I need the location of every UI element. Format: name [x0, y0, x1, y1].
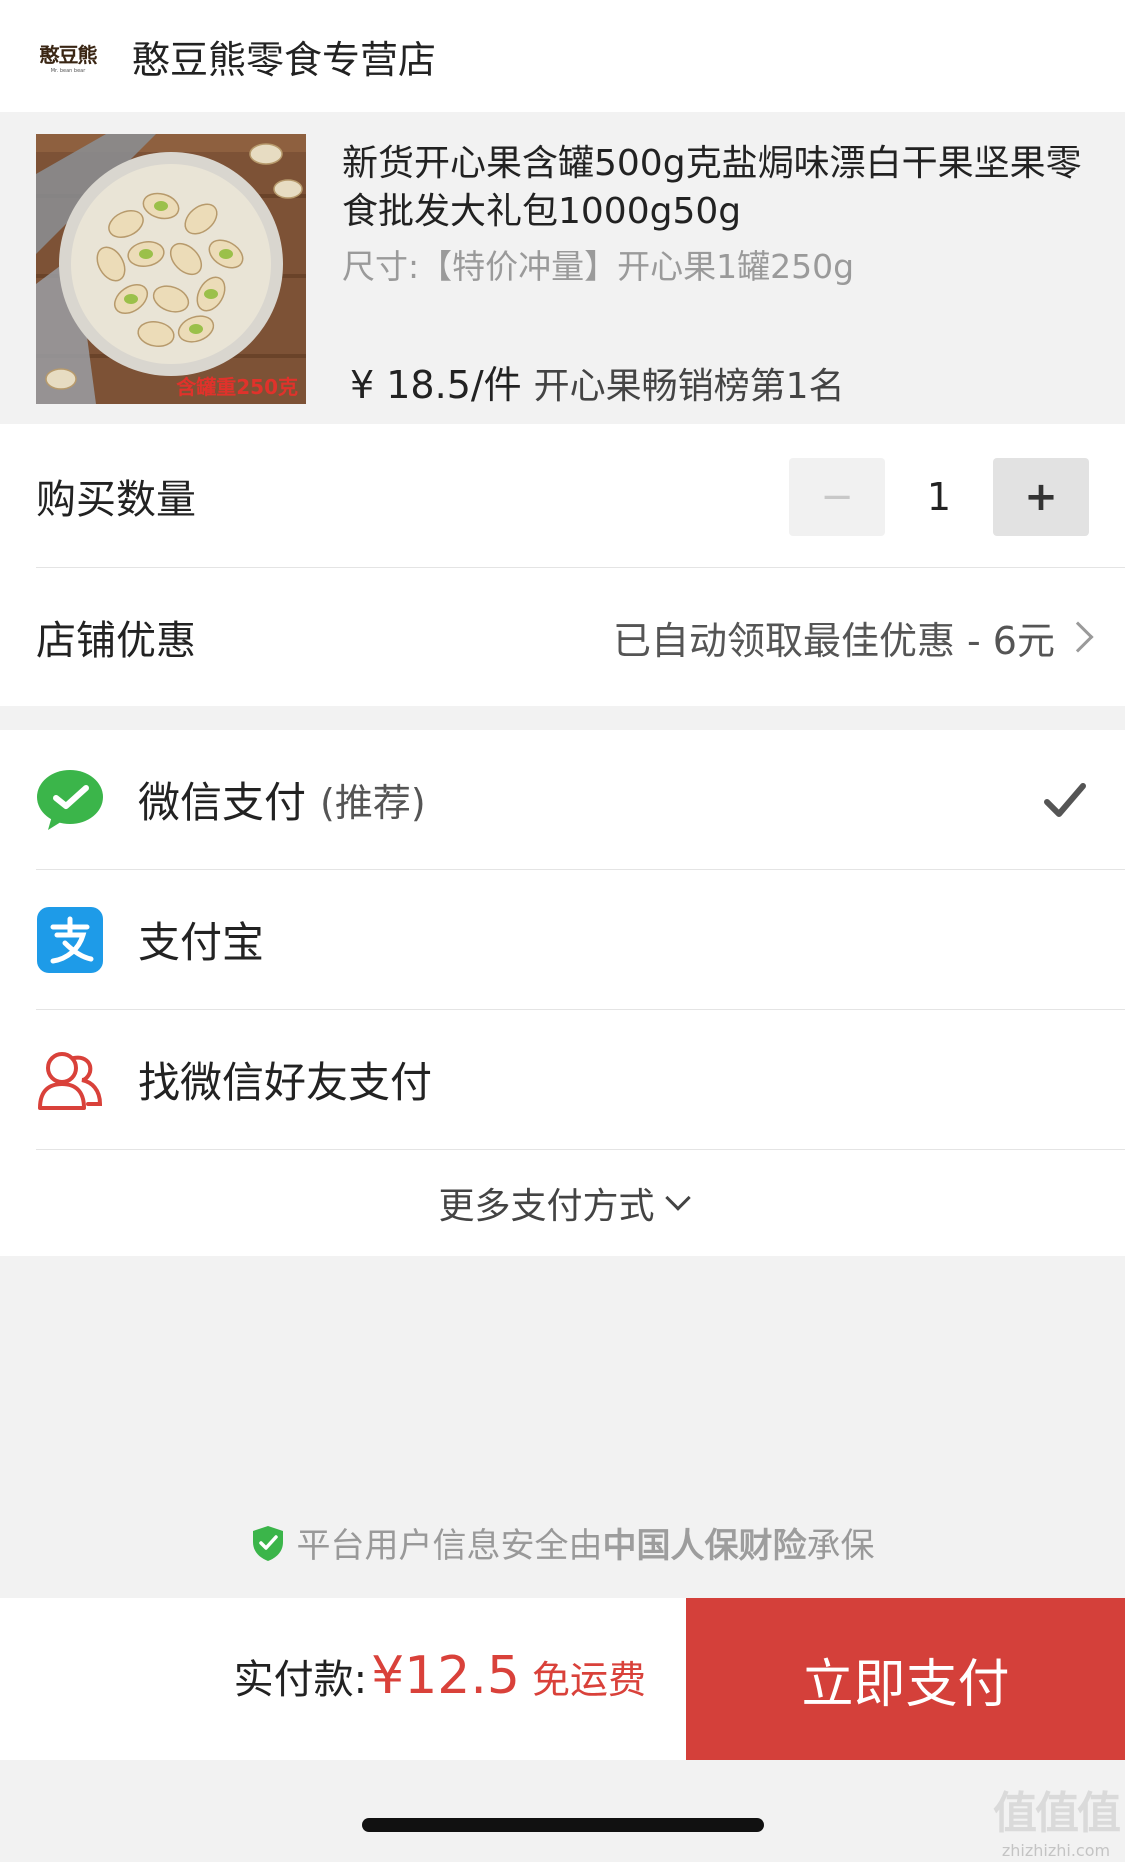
quantity-increase-button[interactable]: + — [993, 458, 1089, 536]
product-rank[interactable]: 开心果畅销榜第1名 — [534, 357, 845, 409]
security-note: 平台用户信息安全由 中国人保财险 承保 — [0, 1518, 1125, 1567]
product-summary: 含罐重250克 新货开心果含罐500g克盐焗味漂白干果坚果零食批发大礼包1000… — [0, 112, 1125, 424]
more-payment-methods-label: 更多支付方式 — [438, 1186, 655, 1227]
product-title: 新货开心果含罐500g克盐焗味漂白干果坚果零食批发大礼包1000g50g — [342, 143, 1082, 232]
payment-option-alipay[interactable]: 支付宝 — [36, 870, 1125, 1010]
security-note-prefix: 平台用户信息安全由 — [296, 1526, 603, 1566]
chevron-right-icon — [1062, 621, 1094, 653]
alipay-label: 支付宝 — [138, 918, 265, 967]
watermark-url: zhizhizhi.com — [1001, 1841, 1111, 1860]
quantity-decrease-button[interactable]: − — [789, 458, 885, 536]
quantity-row: 购买数量 − 1 + — [36, 424, 1125, 568]
friend-pay-label: 找微信好友支付 — [138, 1058, 433, 1107]
watermark: 值值值 zhizhizhi.com — [993, 1777, 1121, 1860]
payment-option-wechat[interactable]: 微信支付 (推荐) — [36, 730, 1125, 870]
store-discount-row[interactable]: 店铺优惠 已自动领取最佳优惠 - 6元 — [36, 568, 1125, 706]
pistachio-bowl-image — [36, 134, 306, 404]
payment-option-friend[interactable]: 找微信好友支付 — [36, 1010, 1125, 1150]
wechat-pay-icon — [36, 766, 104, 834]
pay-now-button[interactable]: 立即支付 — [686, 1598, 1125, 1760]
store-discount-label: 店铺优惠 — [36, 618, 196, 664]
more-payment-methods-button[interactable]: 更多支付方式 — [0, 1150, 1125, 1256]
home-indicator[interactable] — [362, 1818, 764, 1832]
product-image-caption: 含罐重250克 — [176, 375, 298, 399]
quantity-label: 购买数量 — [36, 476, 196, 523]
total-area: 实付款: ¥12.5 免运费 — [0, 1598, 686, 1760]
order-options: 购买数量 − 1 + 店铺优惠 已自动领取最佳优惠 - 6元 — [0, 424, 1125, 706]
payment-methods: 微信支付 (推荐) 支付宝 找微信好友支付 更多支付方式 — [0, 730, 1125, 1256]
shipping-note: 免运费 — [531, 1658, 646, 1702]
check-icon — [1041, 776, 1089, 824]
store-discount-value: 已自动领取最佳优惠 - 6元 — [612, 618, 1055, 663]
product-spec[interactable]: 尺寸:【特价冲量】开心果1罐250g — [342, 240, 854, 288]
chevron-down-icon — [664, 1185, 691, 1211]
store-header: 憨豆熊 Mr. bean bear 憨豆熊零食专营店 — [0, 0, 1125, 112]
store-logo-text: 憨豆熊 — [39, 42, 98, 67]
store-logo[interactable]: 憨豆熊 Mr. bean bear — [36, 36, 100, 76]
quantity-stepper: − 1 + — [789, 458, 1089, 536]
quantity-value[interactable]: 1 — [885, 475, 993, 519]
store-logo-subtext: Mr. bean bear — [50, 67, 86, 74]
checkout-bar: 实付款: ¥12.5 免运费 立即支付 — [0, 1598, 1125, 1760]
total-label: 实付款: — [233, 1657, 368, 1703]
alipay-icon — [36, 906, 104, 974]
security-note-insurer: 中国人保财险 — [602, 1526, 807, 1566]
wechat-pay-label: 微信支付 — [138, 778, 307, 827]
total-amount: ¥12.5 — [371, 1646, 520, 1706]
product-price: ¥ 18.5/件 — [350, 363, 522, 407]
security-note-suffix: 承保 — [806, 1526, 875, 1566]
product-image[interactable]: 含罐重250克 — [36, 134, 306, 404]
shield-check-icon — [252, 1525, 283, 1561]
store-name[interactable]: 憨豆熊零食专营店 — [132, 29, 436, 84]
product-price-line: ¥ 18.5/件 开心果畅销榜第1名 — [350, 354, 845, 409]
wechat-pay-recommended: (推荐) — [320, 781, 426, 825]
friends-icon — [36, 1046, 104, 1114]
watermark-logo: 值值值 — [993, 1788, 1121, 1839]
